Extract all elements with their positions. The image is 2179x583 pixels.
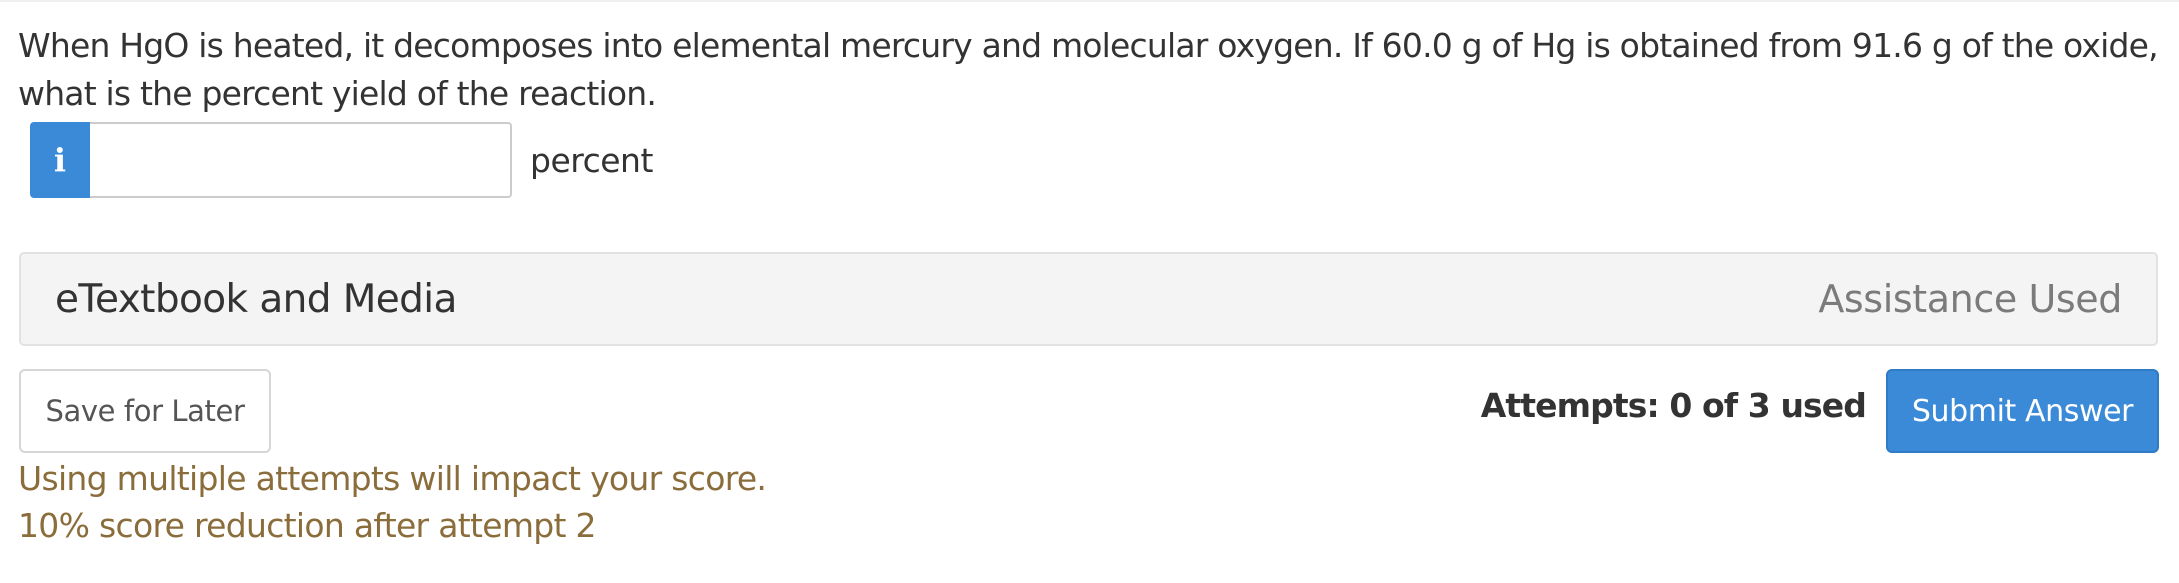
score-reduction-notice: 10% score reduction after attempt 2 bbox=[18, 506, 597, 545]
unit-label: percent bbox=[530, 140, 653, 180]
top-divider bbox=[0, 0, 2179, 2]
save-for-later-button[interactable]: Save for Later bbox=[19, 369, 271, 453]
submit-answer-button[interactable]: Submit Answer bbox=[1886, 369, 2159, 453]
attempts-counter: Attempts: 0 of 3 used bbox=[1480, 386, 1867, 425]
answer-input[interactable] bbox=[90, 122, 512, 198]
info-icon[interactable]: i bbox=[30, 122, 90, 198]
answer-row: i percent bbox=[30, 122, 653, 198]
question-page: When HgO is heated, it decomposes into e… bbox=[0, 0, 2179, 583]
etextbook-media-bar[interactable]: eTextbook and Media Assistance Used bbox=[19, 252, 2158, 346]
assistance-used-label: Assistance Used bbox=[1818, 277, 2122, 321]
etextbook-media-title: eTextbook and Media bbox=[55, 276, 457, 322]
question-text: When HgO is heated, it decomposes into e… bbox=[18, 26, 2159, 113]
attempts-warning: Using multiple attempts will impact your… bbox=[18, 459, 767, 498]
